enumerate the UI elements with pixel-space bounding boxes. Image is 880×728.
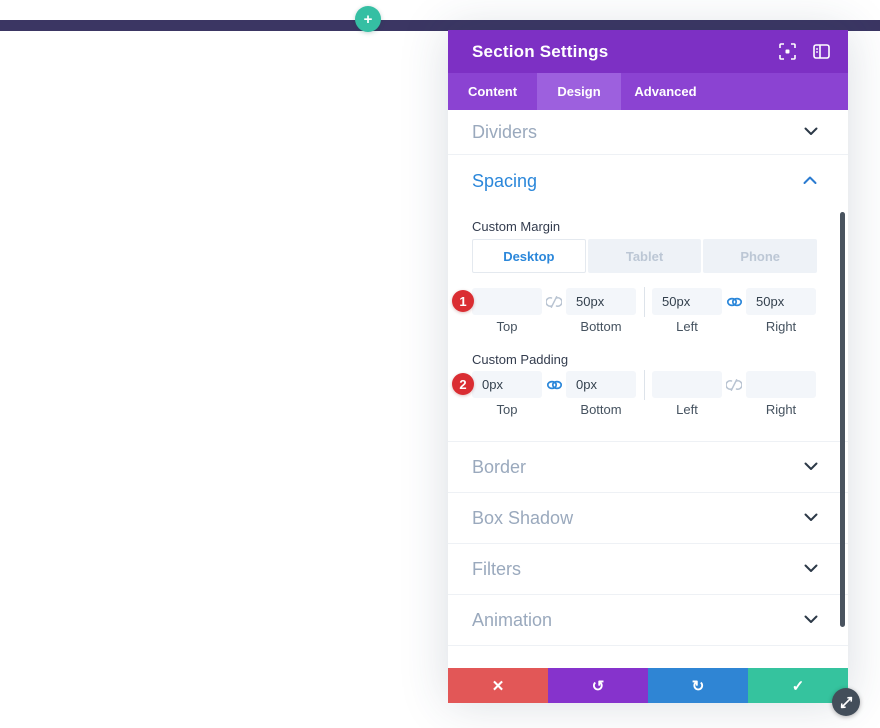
fields-separator (636, 287, 652, 317)
modal-resize-handle[interactable] (832, 688, 860, 716)
diagonal-resize-icon (839, 695, 854, 710)
section-settings-modal: Section Settings Content Design (448, 30, 848, 703)
modal-title: Section Settings (472, 42, 762, 62)
section-spacing-panel: Spacing Custom Margin Desktop Tablet Pho… (448, 155, 848, 442)
chevron-down-icon (804, 458, 818, 476)
check-icon: ✓ (792, 677, 805, 695)
chevron-down-icon (804, 509, 818, 527)
close-icon: ✕ (492, 677, 505, 695)
device-tab-bar: Desktop Tablet Phone (472, 239, 817, 273)
padding-top-label: Top (472, 402, 542, 417)
padding-top-input[interactable] (472, 371, 542, 398)
discard-button[interactable]: ✕ (448, 668, 548, 703)
fields-separator (636, 370, 652, 400)
plus-icon: + (364, 11, 373, 28)
box-shadow-title: Box Shadow (472, 508, 573, 529)
margin-bottom-input[interactable] (566, 288, 636, 315)
tab-design-label: Design (557, 84, 600, 99)
custom-padding-heading: Custom Padding (472, 352, 817, 367)
margin-top-input[interactable] (472, 288, 542, 315)
undo-icon: ↺ (592, 677, 605, 695)
chevron-up-icon (803, 172, 817, 190)
modal-tab-bar: Content Design Advanced (448, 73, 848, 110)
redo-icon: ↻ (692, 677, 705, 695)
chevron-down-icon (804, 123, 818, 141)
margin-link-horizontal[interactable] (722, 296, 746, 308)
annotation-badge-2: 2 (452, 373, 474, 395)
padding-labels-row: Top Bottom Left Right (472, 402, 817, 417)
tab-design[interactable]: Design (537, 73, 621, 110)
section-toggle-dividers[interactable]: Dividers (448, 110, 848, 155)
link-icon (726, 296, 743, 308)
padding-fields-row (472, 371, 817, 398)
section-toggle-animation[interactable]: Animation (448, 595, 848, 646)
margin-labels-row: Top Bottom Left Right (472, 319, 817, 334)
add-section-button[interactable]: + (355, 6, 381, 32)
device-tab-phone-label: Phone (740, 249, 780, 264)
padding-bottom-label: Bottom (566, 402, 636, 417)
broken-link-icon (726, 379, 742, 391)
chevron-down-icon (804, 560, 818, 578)
redo-button[interactable]: ↻ (648, 668, 748, 703)
margin-fields-row (472, 288, 817, 315)
snap-to-module-icon[interactable] (779, 43, 796, 60)
animation-title: Animation (472, 610, 552, 631)
section-toggle-border[interactable]: Border (448, 442, 848, 493)
dividers-title: Dividers (472, 122, 537, 143)
margin-left-label: Left (652, 319, 722, 334)
section-toggle-filters[interactable]: Filters (448, 544, 848, 595)
border-title: Border (472, 457, 526, 478)
margin-top-label: Top (472, 319, 542, 334)
padding-right-label: Right (746, 402, 816, 417)
custom-margin-heading: Custom Margin (472, 219, 817, 234)
tab-content-label: Content (468, 84, 517, 99)
device-tab-phone[interactable]: Phone (703, 239, 817, 273)
margin-unlink-vertical[interactable] (542, 296, 566, 308)
device-tab-desktop-label: Desktop (503, 249, 554, 264)
device-tab-tablet[interactable]: Tablet (588, 239, 702, 273)
tab-advanced[interactable]: Advanced (621, 73, 710, 110)
section-toggle-spacing[interactable]: Spacing (472, 155, 817, 207)
badge-1-number: 1 (459, 294, 466, 309)
modal-header: Section Settings (448, 30, 848, 73)
modal-footer: ✕ ↺ ↻ ✓ (448, 668, 848, 703)
padding-unlink-horizontal[interactable] (722, 379, 746, 391)
padding-left-input[interactable] (652, 371, 722, 398)
broken-link-icon (546, 296, 562, 308)
padding-bottom-input[interactable] (566, 371, 636, 398)
tab-content[interactable]: Content (448, 73, 537, 110)
margin-right-label: Right (746, 319, 816, 334)
margin-bottom-label: Bottom (566, 319, 636, 334)
panel-layout-icon[interactable] (813, 43, 830, 60)
undo-button[interactable]: ↺ (548, 668, 648, 703)
device-tab-tablet-label: Tablet (626, 249, 663, 264)
modal-scrollbar[interactable] (840, 212, 845, 627)
device-tab-desktop[interactable]: Desktop (472, 239, 586, 273)
chevron-down-icon (804, 611, 818, 629)
padding-right-input[interactable] (746, 371, 816, 398)
spacing-title: Spacing (472, 171, 537, 192)
padding-link-vertical[interactable] (542, 379, 566, 391)
filters-title: Filters (472, 559, 521, 580)
section-toggle-box-shadow[interactable]: Box Shadow (448, 493, 848, 544)
margin-left-input[interactable] (652, 288, 722, 315)
modal-body: Dividers Spacing Custom Margin Desktop T… (448, 110, 848, 668)
margin-right-input[interactable] (746, 288, 816, 315)
padding-left-label: Left (652, 402, 722, 417)
link-icon (546, 379, 563, 391)
badge-2-number: 2 (459, 377, 466, 392)
annotation-badge-1: 1 (452, 290, 474, 312)
tab-advanced-label: Advanced (634, 84, 696, 99)
